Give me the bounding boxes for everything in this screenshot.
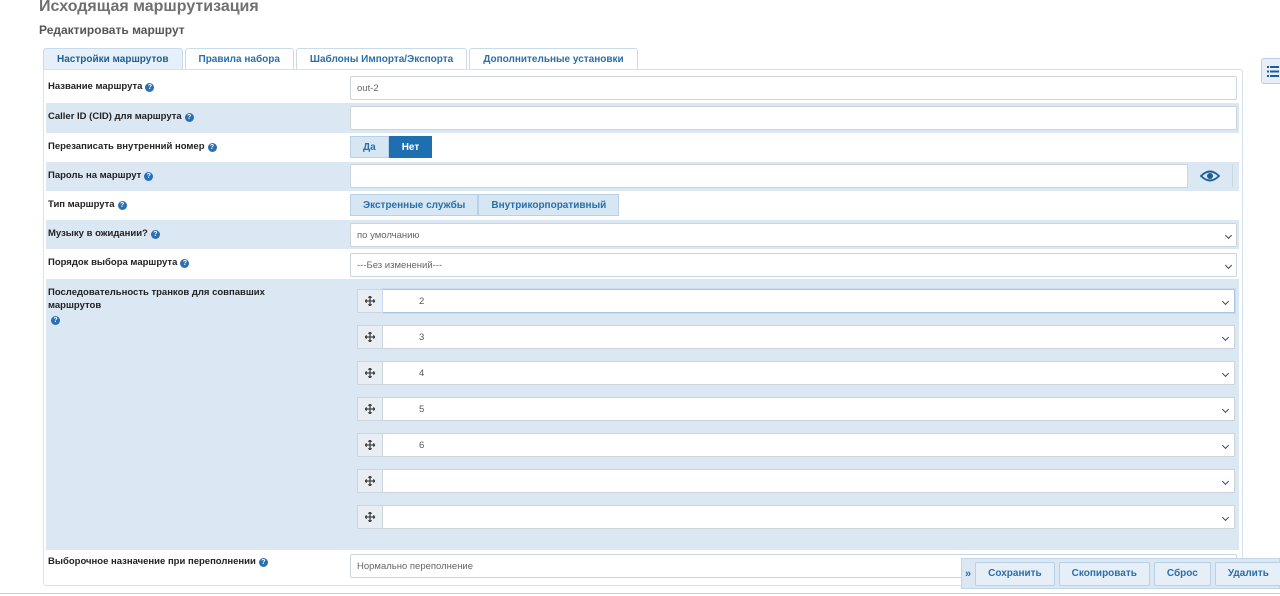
- tab-route-settings[interactable]: Настройки маршрутов: [43, 48, 183, 70]
- eye-icon: [1200, 170, 1220, 182]
- row-caller-id: Caller ID (CID) для маршрута?: [46, 103, 1239, 133]
- tab-additional-settings[interactable]: Дополнительные установки: [469, 48, 638, 70]
- tab-bar: Настройки маршрутов Правила набора Шабло…: [43, 48, 640, 70]
- help-icon[interactable]: ?: [145, 83, 155, 92]
- label-route-type: Тип маршрута?: [48, 198, 127, 211]
- help-icon[interactable]: ?: [117, 201, 127, 210]
- label-override-extension: Перезаписать внутренний номер?: [48, 140, 217, 153]
- emergency-button[interactable]: Экстренные службы: [350, 194, 479, 216]
- trunk-select[interactable]: 6: [383, 433, 1235, 457]
- trunk-row: 5: [357, 397, 1235, 421]
- label-music-on-hold: Музыку в ожидании??: [48, 227, 160, 240]
- drag-handle-icon[interactable]: [357, 325, 383, 349]
- label-route-name: Название маршрута?: [48, 80, 155, 93]
- trunk-row: 3: [357, 325, 1235, 349]
- row-override-extension: Перезаписать внутренний номер? Да Нет: [46, 133, 1239, 162]
- route-position-select[interactable]: ---Без изменений---: [350, 253, 1237, 277]
- label-route-position: Порядок выбора маршрута?: [48, 256, 190, 269]
- help-icon[interactable]: ?: [184, 113, 194, 122]
- help-icon[interactable]: ?: [51, 316, 60, 325]
- reset-button[interactable]: Сброс: [1153, 561, 1211, 586]
- page-subtitle: Редактировать маршрут: [39, 23, 185, 37]
- side-panel-toggle[interactable]: [1261, 58, 1280, 84]
- route-name-input[interactable]: out-2: [350, 76, 1237, 100]
- route-type-toggle: Экстренные службы Внутрикорпоративный: [350, 194, 620, 216]
- trunk-select[interactable]: 5: [383, 397, 1235, 421]
- row-music-on-hold: Музыку в ожидании?? по умолчанию: [46, 220, 1239, 249]
- help-icon[interactable]: ?: [144, 172, 154, 181]
- tab-dial-patterns[interactable]: Правила набора: [184, 48, 294, 70]
- label-overflow-destination: Выборочное назначение при переполнении?: [48, 555, 268, 568]
- trunk-select[interactable]: 3: [383, 325, 1235, 349]
- label-route-password: Пароль на маршрут?: [48, 169, 154, 182]
- row-route-position: Порядок выбора маршрута? ---Без изменени…: [46, 249, 1239, 279]
- help-icon[interactable]: ?: [207, 143, 217, 152]
- save-button[interactable]: Сохранить: [975, 561, 1055, 586]
- footer-divider: [0, 593, 1280, 594]
- intra-company-button[interactable]: Внутрикорпоративный: [478, 194, 620, 216]
- show-password-button[interactable]: [1187, 164, 1232, 188]
- row-route-name: Название маршрута? out-2: [46, 73, 1239, 103]
- label-trunk-sequence: Последовательность транков для совпавших…: [48, 287, 265, 325]
- label-caller-id: Caller ID (CID) для маршрута?: [48, 110, 194, 123]
- collapse-action-bar-icon[interactable]: »: [965, 568, 971, 580]
- drag-handle-icon[interactable]: [357, 433, 383, 457]
- help-icon[interactable]: ?: [258, 558, 268, 567]
- drag-handle-icon[interactable]: [357, 361, 383, 385]
- tab-import-export[interactable]: Шаблоны Импорта/Экспорта: [295, 48, 468, 70]
- help-icon[interactable]: ?: [180, 259, 190, 268]
- row-route-password: Пароль на маршрут?: [46, 162, 1239, 191]
- action-bar: » Сохранить Скопировать Сброс Удалить: [961, 558, 1280, 589]
- trunk-row: [357, 505, 1235, 529]
- trunk-row: [357, 469, 1235, 493]
- copy-button[interactable]: Скопировать: [1058, 561, 1150, 586]
- drag-handle-icon[interactable]: [357, 505, 383, 529]
- help-icon[interactable]: ?: [150, 230, 160, 239]
- row-route-type: Тип маршрута? Экстренные службы Внутрико…: [46, 191, 1239, 220]
- yes-button[interactable]: Да: [350, 136, 389, 158]
- caller-id-input[interactable]: [350, 106, 1237, 130]
- drag-handle-icon[interactable]: [357, 289, 383, 313]
- page-title: Исходящая маршрутизация: [39, 0, 259, 15]
- trunk-select[interactable]: [383, 469, 1235, 493]
- trunk-select[interactable]: 2: [383, 289, 1235, 313]
- trunk-row: 4: [357, 361, 1235, 385]
- drag-handle-icon[interactable]: [357, 397, 383, 421]
- list-icon: [1266, 65, 1279, 77]
- delete-button[interactable]: Удалить: [1214, 561, 1280, 586]
- override-extension-toggle: Да Нет: [350, 136, 433, 158]
- music-on-hold-select[interactable]: по умолчанию: [350, 223, 1237, 247]
- trunk-select[interactable]: 4: [383, 361, 1235, 385]
- route-password-input[interactable]: [350, 164, 1233, 188]
- trunk-row: 2: [357, 289, 1235, 313]
- trunk-select[interactable]: [383, 505, 1235, 529]
- trunk-row: 6: [357, 433, 1235, 457]
- row-trunk-sequence: Последовательность транков для совпавших…: [46, 279, 1239, 550]
- no-button[interactable]: Нет: [388, 136, 433, 158]
- drag-handle-icon[interactable]: [357, 469, 383, 493]
